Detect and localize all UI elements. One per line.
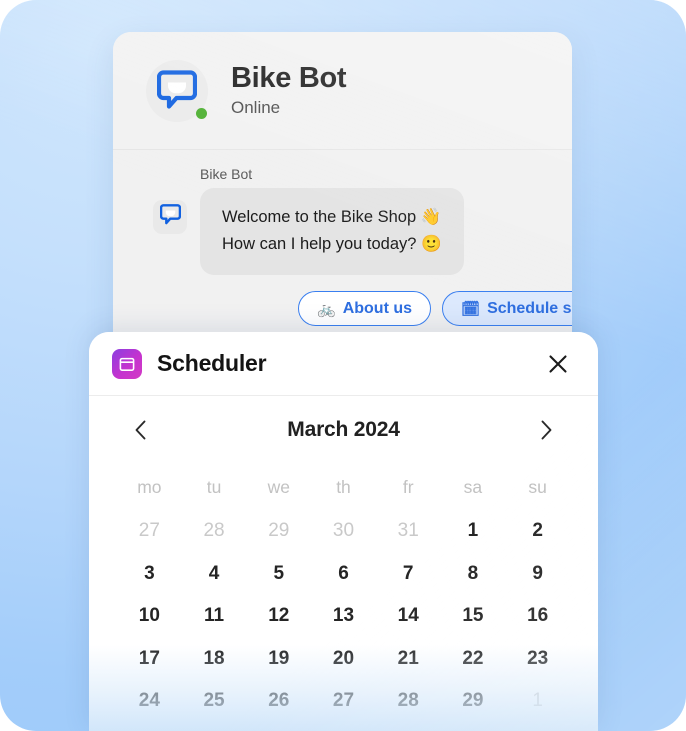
calendar-day-cell[interactable]: 17 xyxy=(117,638,182,681)
calendar-day-cell[interactable]: 22 xyxy=(441,638,506,681)
calendar-day-cell[interactable]: 28 xyxy=(376,680,441,723)
app-frame: Bike Bot Online Bike Bot Welcome to the … xyxy=(0,0,686,731)
quick-reply-schedule-service[interactable]: 🗓 Schedule service xyxy=(442,291,572,327)
message-row: Welcome to the Bike Shop 👋 How can I hel… xyxy=(113,188,572,276)
calendar-weekday: we xyxy=(267,476,290,497)
quick-reply-label: Schedule service xyxy=(487,299,572,317)
chevron-right-icon[interactable] xyxy=(531,415,561,445)
calendar-day-cell[interactable]: 24 xyxy=(117,680,182,723)
calendar-day-cell[interactable]: 16 xyxy=(505,595,570,638)
chat-header-text: Bike Bot Online xyxy=(231,62,347,118)
calendar-day-cell[interactable]: 3 xyxy=(117,553,182,596)
calendar-day-cell[interactable]: 6 xyxy=(311,553,376,596)
chevron-left-icon[interactable] xyxy=(126,415,156,445)
calendar-weekday: mo xyxy=(137,476,162,497)
calendar-day-cell[interactable]: 21 xyxy=(376,638,441,681)
quick-reply-label: About us xyxy=(342,299,413,317)
chat-widget-panel: Bike Bot Online Bike Bot Welcome to the … xyxy=(113,32,572,362)
message-line: How can I help you today? 🙂 xyxy=(222,234,442,253)
message-line: Welcome to the Bike Shop 👋 xyxy=(222,208,442,226)
scheduler-header: Scheduler xyxy=(89,332,598,396)
online-status-dot xyxy=(196,107,207,119)
calendar-day-cell[interactable]: 29 xyxy=(246,510,311,553)
message-bot-avatar xyxy=(153,200,187,234)
message-bubble: Welcome to the Bike Shop 👋 How can I hel… xyxy=(200,188,464,276)
close-icon[interactable] xyxy=(542,348,574,380)
scheduler-panel: Scheduler March 2024 mo tu we th fr sa s… xyxy=(89,332,598,731)
calendar-day-cell[interactable]: 7 xyxy=(376,553,441,596)
calendar-month-label: March 2024 xyxy=(287,418,400,441)
chat-message-list: Bike Bot Welcome to the Bike Shop 👋 How … xyxy=(113,150,572,362)
calendar-day-cell[interactable]: 27 xyxy=(311,680,376,723)
calendar-day-cell[interactable]: 8 xyxy=(441,553,506,596)
chat-bubble-face-icon xyxy=(157,69,197,112)
calendar-weekday: su xyxy=(528,476,547,497)
calendar-day-cell[interactable]: 12 xyxy=(246,595,311,638)
calendar-icon xyxy=(112,348,142,379)
calendar-day-cell[interactable]: 19 xyxy=(246,638,311,681)
calendar-icon: 🗓 xyxy=(461,300,481,318)
bot-avatar xyxy=(146,59,208,122)
calendar-day-cell[interactable]: 1 xyxy=(441,510,506,553)
chat-header: Bike Bot Online xyxy=(113,32,572,150)
scheduler-title: Scheduler xyxy=(157,350,267,376)
calendar-day-grid: 27 28 29 30 31 1 2 3 4 5 6 7 8 9 10 11 12 13 14 15 16 17 18 19 2… xyxy=(117,510,570,723)
calendar-day-cell[interactable]: 10 xyxy=(117,595,182,638)
calendar-day-cell[interactable]: 20 xyxy=(311,638,376,681)
bot-name: Bike Bot xyxy=(231,62,347,95)
quick-reply-group: 🚲 About us 🗓 Schedule service xyxy=(113,291,572,327)
calendar-day-cell[interactable]: 2 xyxy=(505,510,570,553)
bicycle-icon: 🚲 xyxy=(317,300,336,318)
bot-status: Online xyxy=(231,98,281,118)
calendar-day-cell[interactable]: 23 xyxy=(505,638,570,681)
calendar-day-cell[interactable]: 25 xyxy=(182,680,247,723)
calendar-day-cell[interactable]: 31 xyxy=(376,510,441,553)
calendar-weekday: fr xyxy=(402,476,414,497)
calendar-nav: March 2024 xyxy=(117,396,570,464)
calendar-day-cell[interactable]: 28 xyxy=(182,510,247,553)
calendar-day-cell[interactable]: 26 xyxy=(246,680,311,723)
calendar-day-cell[interactable]: 5 xyxy=(246,553,311,596)
calendar: March 2024 mo tu we th fr sa su 27 28 29 30 31 1 2 3 4… xyxy=(89,396,598,731)
chat-bubble-face-icon xyxy=(159,203,181,231)
calendar-day-cell[interactable]: 18 xyxy=(182,638,247,681)
calendar-weekday: th xyxy=(336,476,351,497)
calendar-day-cell[interactable]: 9 xyxy=(505,553,570,596)
calendar-day-cell[interactable]: 13 xyxy=(311,595,376,638)
calendar-day-cell[interactable]: 4 xyxy=(182,553,247,596)
calendar-day-cell[interactable]: 11 xyxy=(182,595,247,638)
calendar-day-cell[interactable]: 27 xyxy=(117,510,182,553)
message-sender-label: Bike Bot xyxy=(200,166,253,182)
quick-reply-about-us[interactable]: 🚲 About us xyxy=(298,291,432,327)
calendar-day-cell[interactable]: 30 xyxy=(311,510,376,553)
calendar-day-cell[interactable]: 1 xyxy=(505,680,570,723)
calendar-day-cell[interactable]: 14 xyxy=(376,595,441,638)
calendar-day-cell[interactable]: 29 xyxy=(441,680,506,723)
calendar-weekday: tu xyxy=(206,476,222,497)
calendar-day-cell[interactable]: 15 xyxy=(441,595,506,638)
calendar-weekday-header: mo tu we th fr sa su xyxy=(117,464,570,510)
calendar-weekday: sa xyxy=(463,476,483,497)
